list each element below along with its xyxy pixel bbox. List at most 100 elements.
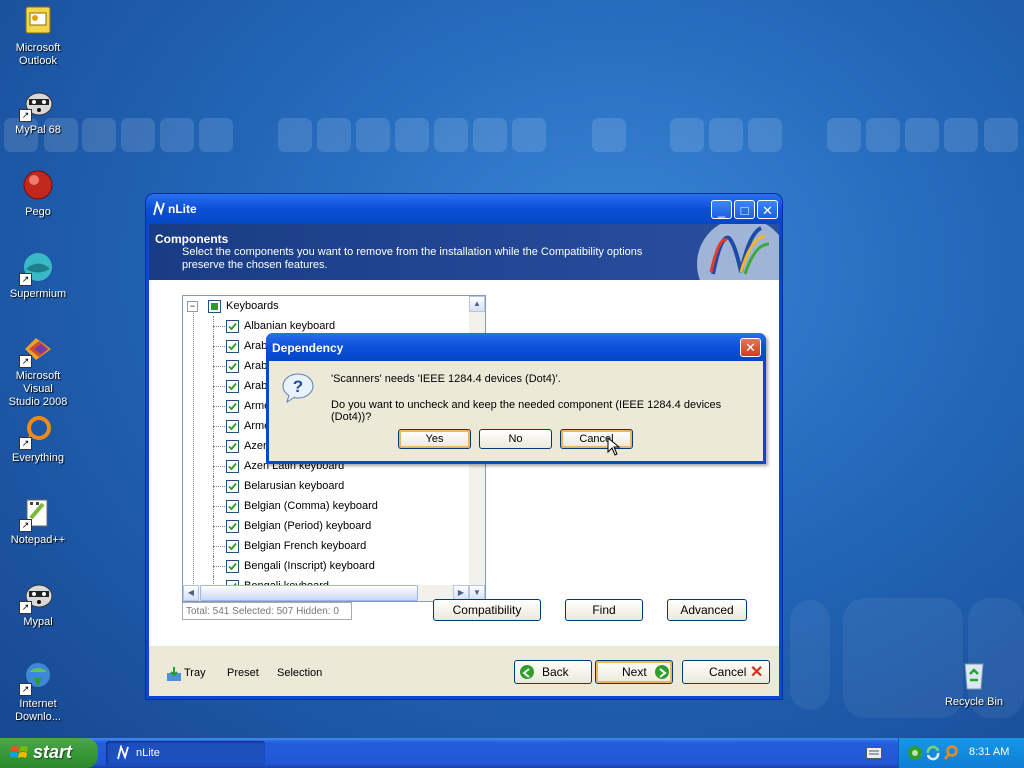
- svg-text:?: ?: [293, 377, 303, 396]
- tree-item-label: Belarusian keyboard: [244, 480, 345, 492]
- desktop-icon-mypal-68[interactable]: ↗ MyPal 68: [0, 86, 76, 137]
- component-count-status: Total: 541 Selected: 507 Hidden: 0: [182, 602, 352, 620]
- desktop-icon-mypal[interactable]: ↗ Mypal: [0, 578, 76, 629]
- cancel-label: Cancel: [709, 665, 747, 679]
- window-titlebar[interactable]: nLite _ □ ✕: [146, 194, 782, 224]
- tree-item-label: Belgian French keyboard: [244, 540, 367, 552]
- find-button[interactable]: Find: [565, 599, 643, 621]
- dialog-message: 'Scanners' needs 'IEEE 1284.4 devices (D…: [331, 373, 561, 385]
- desktop-icon-label: Internet Downlo...: [15, 698, 61, 723]
- minimize-button[interactable]: _: [711, 200, 732, 219]
- section-description: Select the components you want to remove…: [182, 246, 643, 271]
- next-arrow-icon: [655, 665, 669, 679]
- yes-button[interactable]: Yes: [398, 429, 471, 449]
- desktop-icon-label: Everything: [12, 452, 64, 464]
- tray-icon: [167, 667, 181, 681]
- desktop-icon-label: Recycle Bin: [944, 696, 1004, 708]
- tree-item-label: Bengali (Inscript) keyboard: [244, 560, 375, 572]
- checkbox-checked[interactable]: [226, 560, 239, 573]
- dialog-titlebar[interactable]: Dependency ✕: [266, 333, 766, 361]
- taskbar: start nLite 8:31 AM: [0, 738, 1024, 768]
- scroll-left-button[interactable]: ◀: [183, 585, 199, 601]
- internet-download-icon: ↗: [19, 660, 55, 696]
- desktop-icon-label: Mypal: [23, 616, 53, 628]
- checkbox-partial[interactable]: [208, 300, 221, 313]
- header-banner: Components Select the components you wan…: [149, 224, 779, 280]
- checkbox-checked[interactable]: [226, 540, 239, 553]
- checkbox-checked[interactable]: [226, 340, 239, 353]
- wallpaper-tiles: [0, 118, 1024, 154]
- compatibility-button[interactable]: Compatibility: [433, 599, 541, 621]
- tree-item-label: Belgian (Comma) keyboard: [244, 500, 378, 512]
- advanced-button[interactable]: Advanced: [667, 599, 747, 621]
- desktop-icon-everything[interactable]: ↗ Everything: [0, 414, 76, 465]
- tree-horizontal-scrollbar[interactable]: ◀ ▶: [183, 585, 469, 601]
- desktop-icon-recycle-bin[interactable]: Recycle Bin: [936, 658, 1012, 709]
- cancel-button[interactable]: Cancel ✕: [682, 660, 770, 684]
- network-icon[interactable]: [907, 745, 923, 761]
- outlook-icon: [21, 4, 55, 38]
- desktop-icon-supermium[interactable]: ↗ Supermium: [0, 250, 76, 301]
- back-arrow-icon: [520, 665, 534, 679]
- notepadpp-icon: ↗: [19, 496, 55, 532]
- no-button[interactable]: No: [479, 429, 552, 449]
- start-label: start: [33, 742, 73, 762]
- desktop-icon-label: MyPal 68: [15, 124, 61, 136]
- selection-link[interactable]: Selection: [277, 667, 322, 679]
- preset-link[interactable]: Preset: [227, 667, 259, 679]
- search-icon[interactable]: [943, 745, 959, 761]
- system-tray: 8:31 AM: [898, 738, 1024, 768]
- checkbox-checked[interactable]: [226, 400, 239, 413]
- dialog-close-button[interactable]: ✕: [740, 338, 761, 357]
- window-title: nLite: [168, 202, 197, 216]
- checkbox-checked[interactable]: [226, 440, 239, 453]
- nlite-logo-icon: [697, 224, 779, 280]
- everything-icon: ↗: [19, 414, 55, 450]
- checkbox-checked[interactable]: [226, 380, 239, 393]
- scroll-thumb[interactable]: [200, 585, 418, 601]
- dialog-cancel-button[interactable]: Cancel: [560, 429, 633, 449]
- tray-link[interactable]: Tray: [184, 667, 206, 679]
- visual-studio-icon: ↗: [19, 332, 55, 368]
- desktop-icon-label: Microsoft Visual Studio 2008: [8, 370, 68, 408]
- desktop-icon-label: Notepad++: [10, 534, 66, 546]
- section-title: Components: [155, 232, 229, 246]
- checkbox-checked[interactable]: [226, 360, 239, 373]
- wallpaper-tile: [790, 600, 830, 710]
- back-button[interactable]: Back: [514, 660, 592, 684]
- taskbar-button-label: nLite: [136, 747, 160, 759]
- pego-icon: [21, 168, 55, 202]
- nlite-app-icon: [153, 201, 165, 216]
- clock[interactable]: 8:31 AM: [969, 746, 1009, 758]
- wizard-footer: Tray Preset Selection Back Next Cancel ✕: [149, 646, 779, 696]
- maximize-button[interactable]: □: [734, 200, 755, 219]
- checkbox-checked[interactable]: [226, 520, 239, 533]
- desktop-icon-visual-studio[interactable]: ↗ Microsoft Visual Studio 2008: [0, 332, 76, 409]
- tree-item-label: Belgian (Period) keyboard: [244, 520, 372, 532]
- keyboard-icon[interactable]: [866, 747, 882, 759]
- collapse-toggle[interactable]: −: [187, 301, 198, 312]
- close-button[interactable]: ✕: [757, 200, 778, 219]
- sync-icon[interactable]: [925, 745, 941, 761]
- checkbox-checked[interactable]: [226, 460, 239, 473]
- checkbox-checked[interactable]: [226, 480, 239, 493]
- desktop-icon-pego[interactable]: Pego: [0, 168, 76, 219]
- desktop-icon-notepadpp[interactable]: ↗ Notepad++: [0, 496, 76, 547]
- taskbar-button-nlite[interactable]: nLite: [106, 741, 265, 765]
- cancel-x-icon: ✕: [750, 664, 764, 681]
- desktop-icon-label: Supermium: [9, 288, 67, 300]
- desktop-icon-label: Pego: [25, 206, 51, 218]
- dialog-title: Dependency: [272, 341, 344, 355]
- checkbox-checked[interactable]: [226, 320, 239, 333]
- scroll-up-button[interactable]: ▲: [469, 296, 485, 312]
- start-button[interactable]: start: [0, 738, 98, 768]
- mypal-icon: ↗: [19, 86, 55, 122]
- windows-logo-icon: [10, 746, 28, 758]
- mypal-icon: ↗: [19, 578, 55, 614]
- supermium-icon: ↗: [19, 250, 55, 286]
- desktop-icon-internet-download[interactable]: ↗ Internet Downlo...: [0, 660, 76, 724]
- checkbox-checked[interactable]: [226, 500, 239, 513]
- desktop-icon-outlook[interactable]: Microsoft Outlook: [0, 4, 76, 68]
- checkbox-checked[interactable]: [226, 420, 239, 433]
- next-button[interactable]: Next: [595, 660, 673, 684]
